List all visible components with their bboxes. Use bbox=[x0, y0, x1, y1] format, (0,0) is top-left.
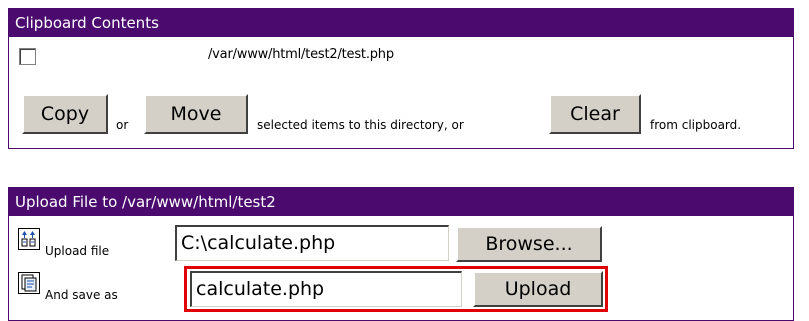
clipboard-item-path: /var/www/html/test2/test.php bbox=[208, 47, 394, 62]
upload-header: Upload File to /var/www/html/test2 bbox=[9, 188, 793, 216]
save-as-label: And save as bbox=[45, 288, 118, 302]
upload-file-label: Upload file bbox=[45, 244, 110, 258]
or-text: or bbox=[116, 118, 129, 132]
selected-items-text: selected items to this directory, or bbox=[257, 118, 464, 132]
browse-button[interactable]: Browse... bbox=[456, 226, 602, 262]
upload-arrows-icon bbox=[21, 231, 36, 247]
clipboard-item-checkbox[interactable] bbox=[19, 48, 36, 65]
move-button[interactable]: Move bbox=[144, 94, 248, 134]
document-icon bbox=[21, 274, 37, 292]
clipboard-header: Clipboard Contents bbox=[9, 9, 793, 37]
highlight-box bbox=[184, 266, 608, 312]
from-clipboard-text: from clipboard. bbox=[650, 118, 742, 132]
copy-button[interactable]: Copy bbox=[22, 94, 108, 134]
clear-button[interactable]: Clear bbox=[549, 94, 641, 134]
upload-file-icon bbox=[18, 228, 40, 250]
file-path-input[interactable]: C:\calculate.php bbox=[175, 225, 449, 261]
save-as-icon bbox=[18, 272, 40, 294]
